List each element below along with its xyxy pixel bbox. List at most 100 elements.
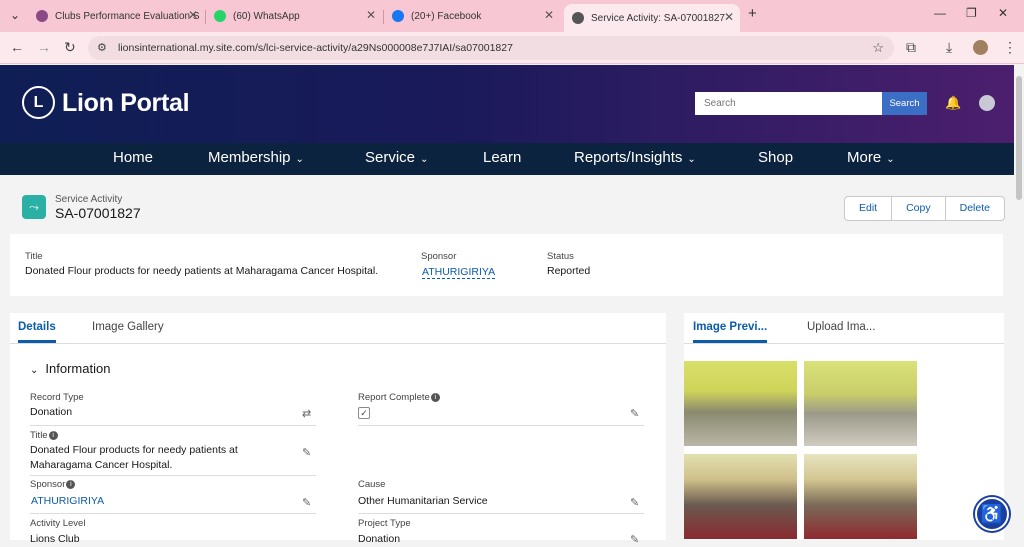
nav-label: Reports/Insights (574, 149, 683, 166)
browser-tab-whatsapp[interactable]: (60) WhatsApp ✕ (206, 4, 382, 28)
tab-image-preview[interactable]: Image Previ... (693, 313, 768, 343)
minimize-button[interactable]: — (934, 6, 946, 20)
report-complete-checkbox[interactable]: ✓ (358, 407, 370, 419)
activity-level-label: Activity Level (30, 518, 86, 529)
close-window-button[interactable]: ✕ (998, 6, 1008, 20)
nav-reports-insights[interactable]: Reports/Insights ⌄ (574, 143, 696, 175)
title-value: Donated Flour products for needy patient… (30, 444, 238, 471)
close-tab-icon[interactable]: ✕ (724, 10, 734, 24)
close-tab-icon[interactable]: ✕ (188, 8, 198, 22)
back-arrow-icon[interactable]: ← (10, 39, 24, 55)
reload-icon[interactable]: ↻ (64, 39, 76, 56)
whatsapp-favicon-icon (214, 10, 226, 22)
chevron-down-icon: ⌄ (886, 154, 895, 165)
tab-divider (10, 343, 666, 344)
nav-label: Learn (483, 149, 522, 166)
edit-pencil-icon[interactable]: ✎ (630, 407, 639, 420)
url-text: lionsinternational.my.site.com/s/lci-ser… (118, 42, 513, 54)
search-button[interactable]: Search (882, 92, 927, 115)
section-information[interactable]: ⌄ Information (30, 361, 110, 376)
activity-photo-1[interactable] (684, 361, 797, 446)
maximize-button[interactable]: ❐ (966, 6, 977, 20)
activity-photo-3[interactable] (684, 454, 797, 539)
edit-pencil-icon[interactable]: ✎ (302, 496, 311, 509)
accessibility-icon[interactable]: ♿ (975, 497, 1009, 531)
nav-service[interactable]: Service ⌄ (365, 143, 428, 175)
tab-image-gallery[interactable]: Image Gallery (92, 313, 164, 343)
url-bar[interactable]: ⚙ lionsinternational.my.site.com/s/lci-s… (88, 36, 894, 60)
sponsor-link[interactable]: ATHURIGIRIYA (422, 266, 496, 279)
nav-home[interactable]: Home (113, 143, 153, 175)
scrollbar-thumb[interactable] (1016, 76, 1022, 200)
tab-divider (684, 343, 1004, 344)
cause-value: Other Humanitarian Service (358, 495, 488, 507)
info-icon[interactable]: i (48, 431, 58, 440)
chevron-down-icon: ⌄ (30, 365, 39, 376)
nav-membership[interactable]: Membership ⌄ (208, 143, 304, 175)
chevron-down-icon: ⌄ (687, 154, 696, 165)
tab-search-chevron-icon[interactable]: ⌄ (10, 8, 20, 22)
profile-avatar[interactable] (973, 40, 988, 55)
delete-button[interactable]: Delete (946, 197, 1004, 220)
download-icon[interactable]: ⤓ (946, 39, 952, 56)
change-record-type-icon[interactable]: ⇄ (302, 407, 311, 420)
title-value: Donated Flour products for needy patient… (25, 265, 379, 277)
browser-tab-clubs[interactable]: Clubs Performance Evaluation S ✕ (28, 4, 204, 28)
info-icon[interactable]: i (430, 393, 440, 402)
highlights-panel: Title Donated Flour products for needy p… (10, 234, 1003, 296)
edit-pencil-icon[interactable]: ✎ (630, 496, 639, 509)
activity-photo-4[interactable] (804, 454, 917, 539)
status-value: Reported (547, 265, 591, 277)
globe-favicon-icon (572, 12, 584, 24)
site-info-icon[interactable]: ⚙ (97, 36, 107, 60)
record-type-value: Donation (30, 406, 73, 418)
nav-shop[interactable]: Shop (758, 143, 793, 175)
notification-bell-icon[interactable]: 🔔 (945, 95, 961, 111)
activity-photo-2[interactable] (804, 361, 917, 446)
service-activity-icon: ⤳ (22, 195, 46, 219)
tab-title: (60) WhatsApp (233, 10, 300, 22)
nav-label: Shop (758, 149, 794, 166)
nav-learn[interactable]: Learn (483, 143, 521, 175)
tab-details[interactable]: Details (18, 313, 56, 343)
sponsor-field: Sponsor i (30, 479, 76, 490)
chevron-down-icon: ⌄ (295, 154, 304, 165)
image-preview-card: Image Previ... Upload Ima... (684, 313, 1004, 540)
forward-arrow-icon[interactable]: → (37, 39, 51, 55)
lions-logo-icon[interactable]: L (22, 86, 55, 119)
page-scrollbar[interactable] (1014, 64, 1024, 540)
field-underline (30, 475, 316, 476)
sponsor-label: Sponsor (421, 251, 457, 262)
new-tab-button[interactable]: + (748, 5, 757, 22)
title-field: Title i (30, 430, 58, 441)
title-label: Title (25, 251, 43, 262)
nav-label: Service (365, 149, 416, 166)
portal-logo-text[interactable]: Lion Portal (62, 89, 190, 118)
copy-button[interactable]: Copy (892, 197, 946, 220)
browser-menu-icon[interactable]: ⋮ (1003, 39, 1017, 56)
browser-tab-facebook[interactable]: (20+) Facebook ✕ (384, 4, 560, 28)
close-tab-icon[interactable]: ✕ (366, 8, 376, 22)
extensions-icon[interactable]: ⧉ (906, 39, 916, 56)
address-toolbar: ← → ↻ ⚙ lionsinternational.my.site.com/s… (0, 32, 1024, 64)
close-tab-icon[interactable]: ✕ (544, 8, 554, 22)
tab-upload-image[interactable]: Upload Ima... (807, 313, 875, 343)
browser-tab-strip: ⌄ Clubs Performance Evaluation S ✕ (60) … (0, 0, 1024, 32)
facebook-favicon-icon (392, 10, 404, 22)
tab-title: Clubs Performance Evaluation S (55, 10, 200, 22)
browser-tab-service-activity[interactable]: Service Activity: SA-07001827 ✕ (564, 4, 740, 32)
edit-button[interactable]: Edit (845, 197, 893, 220)
sponsor-link[interactable]: ATHURIGIRIYA (31, 495, 104, 507)
user-avatar[interactable] (979, 95, 995, 111)
bookmark-star-icon[interactable]: ☆ (872, 36, 884, 60)
search-input[interactable] (695, 92, 882, 115)
nav-label: Membership (208, 149, 291, 166)
edit-pencil-icon[interactable]: ✎ (302, 446, 311, 459)
info-icon[interactable]: i (66, 480, 76, 489)
chevron-down-icon: ⌄ (420, 154, 429, 165)
record-name: SA-07001827 (55, 205, 141, 221)
sponsor-label: Sponsor (30, 479, 66, 490)
details-card: Details Image Gallery ⌄ Information Recor… (10, 313, 666, 546)
nav-label: Home (113, 149, 154, 166)
nav-more[interactable]: More ⌄ (847, 143, 895, 175)
